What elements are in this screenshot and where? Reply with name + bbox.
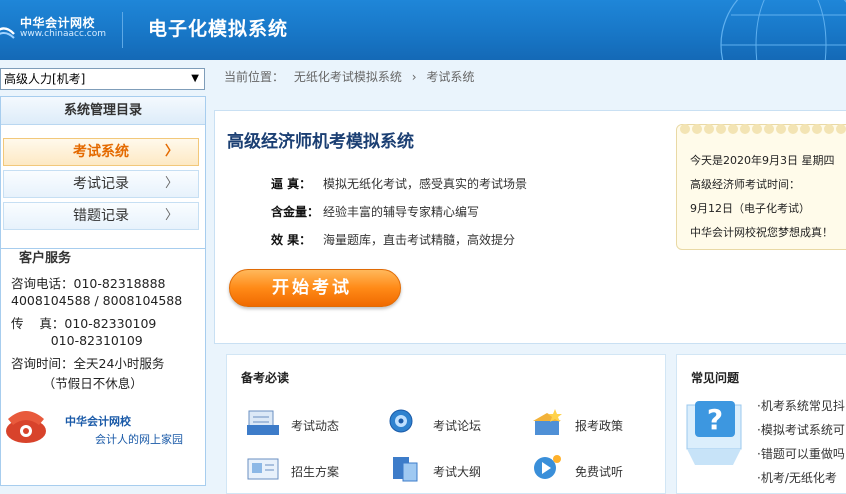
system-menu-title: 系统管理目录 xyxy=(1,97,205,125)
sidebar-item-wrong-questions[interactable]: 错题记录 〉 xyxy=(3,202,199,230)
service-phone-line: 咨询电话：010-82318888 xyxy=(11,276,166,291)
telephone-icon xyxy=(6,411,46,443)
sidebar-item-exam-system[interactable]: 考试系统 〉 xyxy=(3,138,199,166)
sidebar-item-exam-records[interactable]: 考试记录 〉 xyxy=(3,170,199,198)
prep-item-syllabus[interactable]: 考试大纲 xyxy=(387,453,507,487)
prep-item-policy[interactable]: 报考政策 xyxy=(529,407,649,441)
breadcrumb-separator: › xyxy=(411,70,417,84)
logo-text-en: www.chinaacc.com xyxy=(20,29,106,39)
notice-exam-date: 9月12日（电子化考试） xyxy=(690,202,810,215)
scallop-border-decoration xyxy=(680,124,846,134)
svg-text:?: ? xyxy=(707,403,723,436)
start-exam-button[interactable]: 开始考试 xyxy=(229,269,401,307)
prep-item-label: 考试动态 xyxy=(291,419,340,433)
service-fax-line-2: 010-82310109 xyxy=(11,333,143,348)
syllabus-icon xyxy=(393,457,418,482)
exam-notice-box: 今天是2020年9月3日 星期四 高级经济师考试时间： 9月12日（电子化考试）… xyxy=(676,124,846,250)
prep-item-enrollment[interactable]: 招生方案 xyxy=(245,453,365,487)
prep-item-label: 考试大纲 xyxy=(433,465,482,479)
sidebar-item-label: 考试记录 xyxy=(73,176,129,192)
header-bar: 中华会计网校 www.chinaacc.com 电子化模拟系统 xyxy=(0,0,846,60)
faq-link[interactable]: ·模拟考试系统可 xyxy=(757,421,845,438)
trial-icon xyxy=(534,455,561,479)
header-divider xyxy=(122,12,123,48)
sidebar-item-label: 错题记录 xyxy=(73,208,129,224)
chevron-right-icon: 〉 xyxy=(164,176,178,191)
news-icon xyxy=(247,410,279,435)
service-holiday-line: （节假日不休息） xyxy=(11,376,143,391)
sidebar-item-label: 考试系统 xyxy=(73,144,129,160)
prep-item-exam-news[interactable]: 考试动态 xyxy=(245,407,365,441)
feature-text: 海量题库，直击考试精髓，高效提分 xyxy=(323,233,516,247)
prep-item-free-trial[interactable]: 免费试听 xyxy=(529,453,649,487)
prep-item-label: 招生方案 xyxy=(291,465,340,479)
prep-item-label: 考试论坛 xyxy=(433,419,482,433)
chevron-right-icon: 〉 xyxy=(164,144,178,159)
breadcrumb-prefix: 当前位置： xyxy=(224,70,285,84)
notice-exam-time-label: 高级经济师考试时间： xyxy=(690,178,800,191)
notice-wish: 中华会计网校祝您梦想成真！ xyxy=(690,226,833,239)
feature-key: 含金量： xyxy=(271,205,320,219)
globe-decoration-icon xyxy=(720,0,846,60)
faq-link[interactable]: ·机考系统常见抖 xyxy=(757,397,845,414)
sidebar: 高级人力[机考] ▼ 系统管理目录 考试系统 〉 考试记录 〉 错题记录 〉 客… xyxy=(0,60,208,486)
question-mark-icon: ? xyxy=(686,401,742,465)
prep-reading-panel: 备考必读 考试动态 考试论坛 报考政策 招生方案 考试大纲 免费试听 xyxy=(226,354,666,494)
faq-link[interactable]: ·机考/无纸化考 xyxy=(757,469,837,486)
prep-item-label: 报考政策 xyxy=(575,419,624,433)
faq-title: 常见问题 xyxy=(691,371,740,385)
breadcrumb-current: 考试系统 xyxy=(426,70,475,84)
exam-type-selected: 高级人力[机考] xyxy=(4,72,86,86)
breadcrumb-link-paperless[interactable]: 无纸化考试模拟系统 xyxy=(294,70,402,84)
feature-text: 模拟无纸化考试，感受真实的考试场景 xyxy=(323,177,528,191)
faq-link[interactable]: ·错题可以重做吗 xyxy=(757,445,845,462)
site-logo[interactable]: 中华会计网校 www.chinaacc.com xyxy=(0,12,118,46)
customer-service-title: 客户服务 xyxy=(19,251,72,266)
feature-key: 效 果： xyxy=(271,233,312,247)
prep-item-forum[interactable]: 考试论坛 xyxy=(387,407,507,441)
notice-date: 今天是2020年9月3日 星期四 xyxy=(690,154,835,167)
feature-realistic: 逼 真： 模拟无纸化考试，感受真实的考试场景 xyxy=(271,175,527,192)
service-slogan: 会计人的网上家园 xyxy=(95,433,183,446)
exam-type-select[interactable]: 高级人力[机考] ▼ xyxy=(0,68,205,90)
forum-icon xyxy=(389,409,413,433)
faq-panel: 常见问题 ? ·机考系统常见抖 ·模拟考试系统可 ·错题可以重做吗 ·机考/无纸… xyxy=(676,354,846,494)
feature-text: 经验丰富的辅导专家精心编写 xyxy=(323,205,480,219)
dropdown-arrow-icon[interactable]: ▼ xyxy=(191,69,199,89)
feature-value: 含金量： 经验丰富的辅导专家精心编写 xyxy=(271,203,479,220)
customer-service-panel: 客户服务 咨询电话：010-82318888 4008104588 / 8008… xyxy=(0,248,206,486)
service-hotline-line: 4008104588 / 8008104588 xyxy=(11,293,183,308)
feature-key: 逼 真： xyxy=(271,177,312,191)
system-title: 高级经济师机考模拟系统 xyxy=(227,132,414,152)
feature-effect: 效 果： 海量题库，直击考试精髓，高效提分 xyxy=(271,231,515,248)
service-hours-line: 咨询时间：全天24小时服务 xyxy=(11,356,165,371)
service-fax-line: 传 真：010-82330109 xyxy=(11,316,157,331)
prep-item-label: 免费试听 xyxy=(575,465,624,479)
service-brand: 中华会计网校 xyxy=(65,415,131,428)
logo-icon xyxy=(0,27,15,39)
prep-title: 备考必读 xyxy=(241,371,290,385)
policy-icon xyxy=(533,409,562,435)
breadcrumb: 当前位置： 无纸化考试模拟系统 › 考试系统 xyxy=(224,68,480,85)
chevron-right-icon: 〉 xyxy=(164,208,178,223)
enroll-icon xyxy=(247,458,279,480)
page-title: 电子化模拟系统 xyxy=(148,18,289,40)
